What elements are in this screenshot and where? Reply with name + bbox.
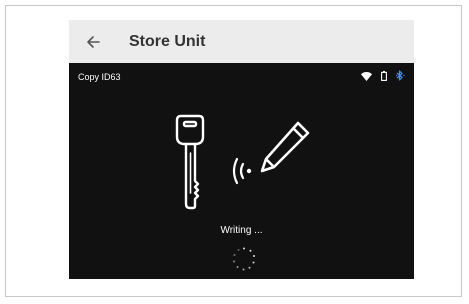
bluetooth-icon xyxy=(395,68,405,86)
device-screen: Store Unit Copy ID63 Writing ... xyxy=(69,20,414,279)
key-icon xyxy=(175,114,205,210)
loading-spinner-icon xyxy=(232,247,256,271)
device-id-label: Copy ID63 xyxy=(78,72,121,82)
page-title: Store Unit xyxy=(129,32,206,50)
app-bar: Store Unit xyxy=(69,20,414,63)
write-illustration xyxy=(169,113,319,213)
status-bar: Copy ID63 xyxy=(69,63,414,91)
pencil-icon xyxy=(260,121,310,173)
writing-status-text: Writing ... xyxy=(220,225,263,236)
arrow-left-icon[interactable] xyxy=(85,34,101,50)
battery-icon xyxy=(381,68,387,86)
nfc-signal-icon xyxy=(232,157,252,185)
screenshot-frame: Store Unit Copy ID63 Writing ... xyxy=(5,5,462,297)
wifi-icon xyxy=(361,68,372,86)
status-icons xyxy=(361,68,405,86)
